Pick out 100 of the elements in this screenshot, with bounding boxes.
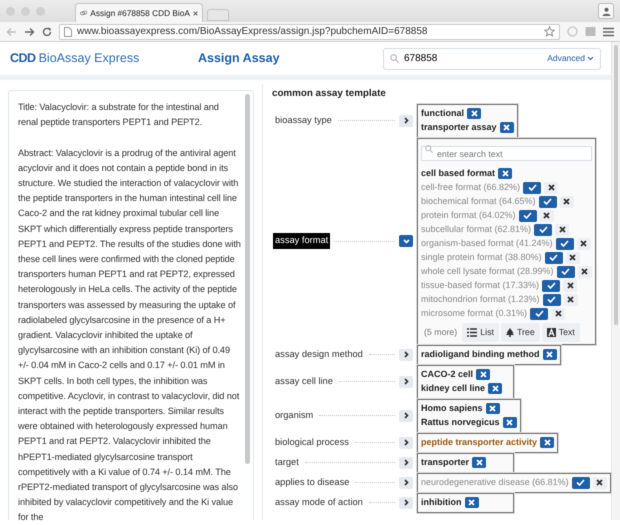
accept-button[interactable]: [518, 210, 537, 222]
chevron-right-icon: [404, 117, 408, 124]
close-tab-icon[interactable]: [192, 10, 198, 16]
value-text: mitochondrion format (1.23%): [421, 292, 540, 306]
search-field[interactable]: enter search text: [421, 146, 592, 162]
value-text: single protein format (38.80%): [421, 250, 542, 264]
close-icon: [580, 240, 588, 248]
value-text: tissue-based format (17.33%): [421, 278, 540, 292]
accept-button[interactable]: [556, 266, 575, 278]
accept-button[interactable]: [544, 252, 563, 264]
remove-button[interactable]: [476, 369, 490, 380]
reject-button[interactable]: [540, 210, 554, 222]
expand-button[interactable]: [399, 436, 413, 449]
menu-icon[interactable]: [603, 26, 614, 36]
accept-button[interactable]: [542, 280, 560, 292]
search-icon: [390, 54, 399, 63]
section-title: common assay template: [272, 87, 387, 101]
forward-icon[interactable]: [24, 26, 35, 36]
reload-icon[interactable]: [42, 26, 52, 36]
remove-button[interactable]: [472, 457, 486, 468]
value-text: subcellular format (62.81%): [421, 222, 532, 236]
accept-button[interactable]: [538, 196, 557, 208]
expand-button[interactable]: [399, 456, 413, 469]
profile-button[interactable]: [598, 3, 614, 19]
advanced-link[interactable]: Advanced: [547, 52, 594, 65]
expand-button[interactable]: [399, 114, 413, 127]
remove-button[interactable]: [502, 417, 517, 428]
view-button[interactable]: Text: [542, 322, 580, 342]
text-icon: [546, 328, 556, 337]
reject-button[interactable]: [555, 224, 570, 236]
expand-button[interactable]: [399, 496, 413, 509]
value-text: transporter assay: [421, 120, 497, 134]
accept-button[interactable]: [572, 476, 590, 489]
close-icon: [480, 371, 487, 378]
accept-button[interactable]: [523, 182, 542, 194]
value-text: biochemical format (64.65%): [421, 194, 536, 208]
star-icon[interactable]: [544, 26, 555, 37]
chevron-right-icon: [404, 459, 408, 466]
close-icon: [546, 351, 553, 358]
reject-button[interactable]: [551, 308, 566, 320]
page-scrollbar[interactable]: [611, 42, 620, 520]
accept-button[interactable]: [542, 294, 561, 306]
close-icon: [506, 419, 514, 426]
accept-button[interactable]: [530, 308, 548, 320]
value-text: organism-based format (41.24%): [421, 236, 553, 250]
abstract-title: Title: Valacyclovir: a substrate for the intestinal and renal peptide transporters PEPT1 and PEPT2.: [18, 101, 220, 130]
remove-button[interactable]: [488, 383, 502, 394]
reject-button[interactable]: [576, 238, 591, 250]
expand-button[interactable]: [399, 376, 413, 388]
list-icon: [467, 328, 478, 337]
value-text: Homo sapiens: [421, 402, 483, 415]
expand-button[interactable]: [399, 476, 413, 489]
close-icon: [567, 296, 574, 304]
property-label[interactable]: organism: [273, 408, 316, 424]
remove-button[interactable]: [486, 403, 500, 414]
view-button[interactable]: Tree: [500, 322, 540, 342]
chevron-right-icon: [404, 439, 408, 446]
expand-button[interactable]: [399, 235, 413, 248]
remove-button[interactable]: [542, 349, 556, 360]
reject-button[interactable]: [544, 182, 558, 194]
scrollbar[interactable]: [245, 94, 250, 464]
value-text: neurodegenerative disease (66.81%): [421, 476, 569, 489]
expand-button[interactable]: [399, 348, 413, 361]
value-text: Rattus norvegicus: [421, 416, 500, 429]
close-icon: [596, 479, 604, 486]
value-text: cell-free format (66.82%): [421, 180, 520, 194]
reject-button[interactable]: [592, 476, 607, 489]
expand-button[interactable]: [399, 410, 413, 422]
reject-button[interactable]: [578, 266, 592, 278]
reject-button[interactable]: [563, 280, 578, 292]
browser-tab[interactable]: Assign #678858 CDD BioA: [75, 3, 203, 22]
value-text: CACO-2 cell: [421, 368, 474, 381]
close-icon: [569, 254, 576, 262]
reject-button[interactable]: [560, 196, 574, 208]
property-label[interactable]: target: [273, 454, 301, 471]
remove-button[interactable]: [540, 437, 554, 448]
remove-button[interactable]: [467, 108, 481, 120]
link-icon: [80, 9, 88, 17]
accept-button[interactable]: [534, 224, 552, 236]
remove-button[interactable]: [464, 497, 478, 508]
value-text: peptide transporter activity: [421, 436, 538, 449]
person-icon: [602, 6, 610, 16]
property-label[interactable]: assay format: [273, 233, 330, 250]
close-icon: [543, 212, 550, 220]
address-bar[interactable]: www.bioassayexpress.com/BioAssayExpress/assign.jsp?pubchemAID=678858: [59, 24, 560, 40]
reject-button[interactable]: [566, 252, 580, 264]
property-label[interactable]: biological process: [273, 434, 351, 451]
close-icon: [468, 499, 475, 506]
remove-button[interactable]: [500, 122, 514, 134]
property-label[interactable]: assay design method: [273, 346, 365, 363]
reject-button[interactable]: [564, 294, 578, 306]
property-label[interactable]: assay mode of action: [273, 494, 365, 511]
view-button[interactable]: List: [462, 322, 499, 342]
property-label[interactable]: applies to disease: [273, 474, 352, 491]
remove-button[interactable]: [498, 168, 512, 180]
accept-button[interactable]: [556, 238, 574, 250]
property-label[interactable]: bioassay type: [273, 112, 334, 129]
search-field[interactable]: 678858 Advanced: [383, 48, 601, 70]
nav-link[interactable]: Assign Assay: [198, 49, 280, 68]
property-label[interactable]: assay cell line: [273, 374, 335, 390]
